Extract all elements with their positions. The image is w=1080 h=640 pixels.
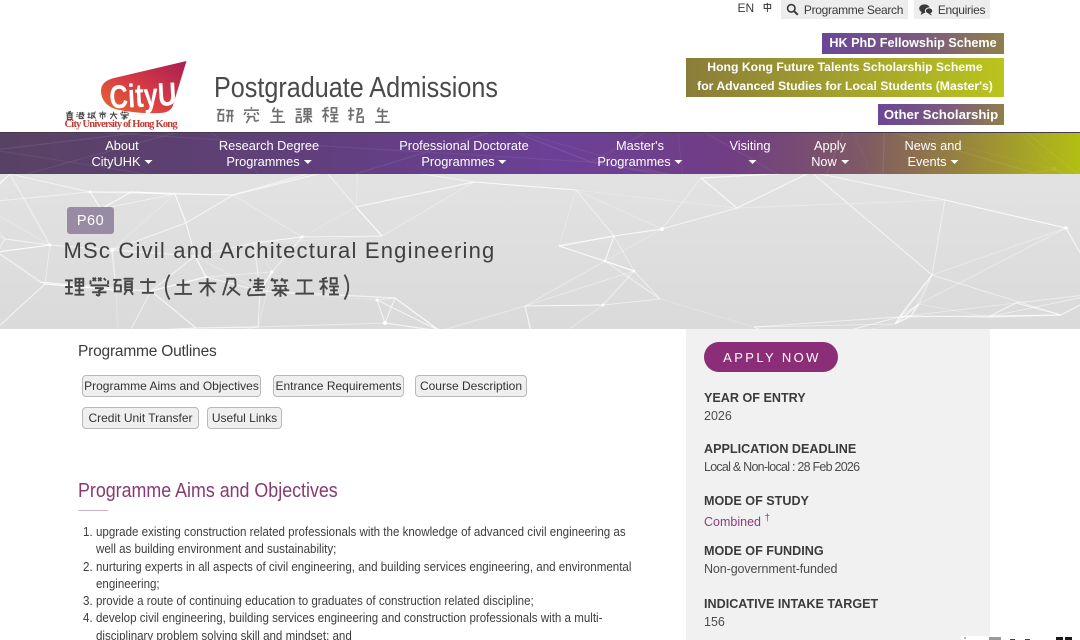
svg-text:CityU: CityU [108, 75, 177, 115]
